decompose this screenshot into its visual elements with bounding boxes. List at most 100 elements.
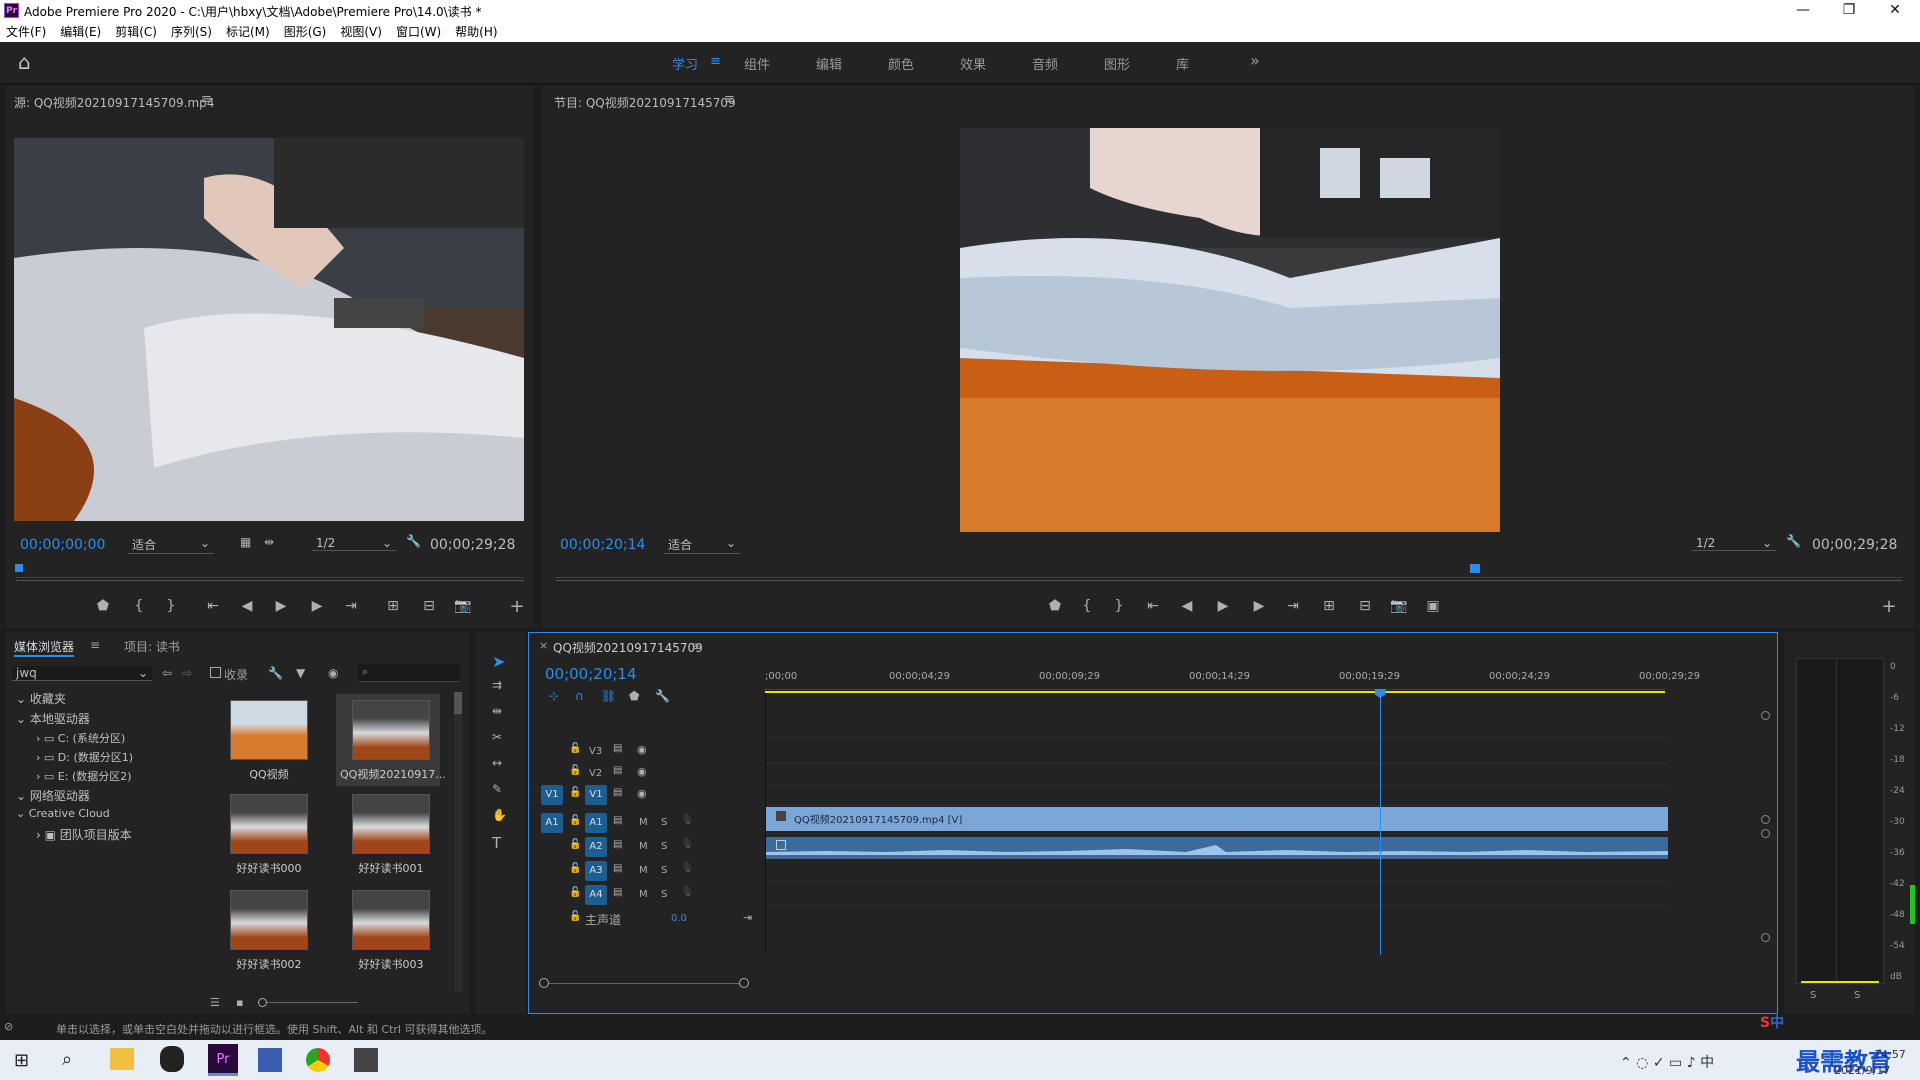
source-patch-a1[interactable]: A1 (541, 813, 563, 833)
sync-lock-icon[interactable]: ▤ (613, 863, 622, 874)
media-browser-menu-icon[interactable]: ≡ (90, 638, 100, 652)
solo-left-button[interactable]: S (1810, 990, 1816, 1001)
mark-out-button[interactable]: } (1108, 598, 1130, 614)
hand-tool-icon[interactable]: ✋ (492, 808, 507, 822)
solo-button[interactable]: S (661, 865, 667, 876)
add-marker-icon[interactable]: ⬟ (629, 689, 639, 703)
microphone-icon[interactable]: 🎙 (681, 863, 694, 874)
lock-icon[interactable]: 🔓 (569, 743, 581, 754)
close-icon[interactable]: × (539, 639, 548, 652)
slip-tool-icon[interactable]: ↔ (492, 756, 502, 770)
go-to-end-icon[interactable]: ⇥ (743, 911, 752, 924)
type-tool-icon[interactable]: T (492, 834, 501, 852)
scroll-handle[interactable] (1761, 815, 1770, 824)
lock-icon[interactable]: 🔓 (569, 911, 581, 922)
more-workspaces-icon[interactable]: » (1250, 51, 1260, 70)
thumbnail-zoom-slider[interactable] (258, 1002, 358, 1003)
program-fit-dropdown[interactable]: 适合 ⌄ (664, 536, 740, 554)
tab-sequence[interactable]: QQ视频20210917145709 (553, 639, 703, 656)
program-monitor-title[interactable]: 节目: QQ视频20210917145709 (554, 94, 736, 111)
minimize-button[interactable]: — (1780, 0, 1826, 22)
media-search-input[interactable]: ⌕ (358, 664, 460, 682)
app-icon[interactable] (258, 1048, 282, 1072)
search-icon[interactable]: ⌕ (62, 1049, 72, 1070)
menu-window[interactable]: 窗口(W) (396, 22, 441, 42)
button-editor-button[interactable]: + (506, 596, 528, 617)
scroll-handle[interactable] (1761, 933, 1770, 942)
wrench-icon[interactable]: 🔧 (268, 666, 283, 680)
lock-icon[interactable]: 🔓 (569, 815, 581, 826)
thumbnail-item[interactable]: 好好读书002 (230, 890, 308, 972)
audio-clip[interactable] (766, 837, 1668, 859)
tab-media-browser[interactable]: 媒体浏览器 (14, 638, 75, 657)
add-marker-button[interactable]: ⬟ (92, 598, 114, 614)
tree-item-local-drives[interactable]: ⌄ 本地驱动器 (10, 710, 210, 730)
step-forward-button[interactable]: ▶ (1248, 598, 1270, 614)
list-view-icon[interactable]: ☰ (210, 996, 220, 1009)
ripple-edit-tool-icon[interactable]: ⇹ (492, 704, 502, 718)
qq-icon[interactable] (160, 1046, 184, 1072)
zoom-bar-right-handle[interactable] (739, 978, 749, 988)
step-back-button[interactable]: ◀ (236, 598, 258, 614)
track-target-a2[interactable]: A2 (585, 837, 607, 857)
close-button[interactable]: ✕ (1872, 0, 1918, 22)
tree-item-favorites[interactable]: ⌄ 收藏夹 (10, 690, 210, 710)
microphone-icon[interactable]: 🎙 (681, 887, 694, 898)
thumbnail-item[interactable]: QQ视频20210917... (340, 700, 446, 782)
go-to-out-button[interactable]: ⇥ (1282, 598, 1304, 614)
zoom-bar-left-handle[interactable] (539, 978, 549, 988)
scroll-handle[interactable] (1761, 829, 1770, 838)
mute-button[interactable]: M (639, 889, 648, 900)
track-target-v1[interactable]: V1 (585, 785, 607, 805)
program-panel-menu-icon[interactable]: ≡ (724, 92, 735, 107)
snap-icon[interactable]: ∩ (575, 689, 584, 703)
workspace-tab-graphics[interactable]: 图形 (1104, 54, 1130, 73)
file-explorer-icon[interactable] (110, 1048, 134, 1070)
timeline-playhead[interactable] (1379, 695, 1381, 955)
source-time-ruler[interactable] (16, 568, 524, 578)
workspace-tab-libraries[interactable]: 库 (1176, 54, 1189, 73)
go-to-in-button[interactable]: ⇤ (1142, 598, 1164, 614)
timeline-menu-icon[interactable]: ≡ (691, 639, 701, 653)
mute-button[interactable]: M (639, 817, 648, 828)
timeline-zoom-bar[interactable] (543, 983, 743, 984)
master-volume-value[interactable]: 0.0 (671, 913, 687, 924)
extract-button[interactable]: ⊟ (1354, 598, 1376, 614)
insert-button[interactable]: ⊞ (382, 598, 404, 614)
menu-clip[interactable]: 剪辑(C) (115, 22, 157, 42)
sync-lock-icon[interactable]: ▤ (613, 887, 622, 898)
timeline-ruler[interactable]: ;00;00 00;00;04;29 00;00;09;29 00;00;14;… (765, 663, 1700, 693)
sync-lock-icon[interactable]: ▤ (613, 787, 622, 798)
source-panel-menu-icon[interactable]: ≡ (201, 92, 212, 107)
step-back-button[interactable]: ◀ (1176, 598, 1198, 614)
selection-tool-icon[interactable]: ➤ (492, 652, 505, 671)
menu-file[interactable]: 文件(F) (6, 22, 46, 42)
drag-audio-icon[interactable]: ⇹ (264, 535, 274, 549)
wrench-icon[interactable]: 🔧 (1786, 534, 1801, 548)
tray-icons[interactable]: ⌃ ◌ ✓ ▭ ♪ 中 (1620, 1052, 1714, 1072)
sync-lock-icon[interactable]: ▤ (613, 839, 622, 850)
scrollbar-thumb[interactable] (454, 692, 462, 714)
menu-graphics[interactable]: 图形(G) (284, 22, 327, 42)
pen-tool-icon[interactable]: ✎ (492, 782, 502, 796)
video-clip[interactable]: QQ视频20210917145709.mp4 [V] (766, 807, 1668, 831)
track-target-a3[interactable]: A3 (585, 861, 607, 881)
source-resolution-dropdown[interactable]: 1/2 ⌄ (312, 536, 396, 551)
thumbnail-item[interactable]: QQ视频 (230, 700, 308, 782)
zoom-slider-handle[interactable] (258, 998, 267, 1007)
tree-item-network-drives[interactable]: ⌄ 网络驱动器 (10, 787, 210, 807)
lock-icon[interactable]: 🔓 (569, 839, 581, 850)
track-target-a1[interactable]: A1 (585, 813, 607, 833)
eye-icon[interactable]: ◉ (637, 743, 647, 756)
workspace-tab-learn[interactable]: 学习 (672, 54, 698, 73)
go-to-out-button[interactable]: ⇥ (340, 598, 362, 614)
wrench-icon[interactable]: 🔧 (655, 689, 670, 703)
filter-icon[interactable]: ▼ (296, 666, 305, 680)
mute-button[interactable]: M (639, 841, 648, 852)
mark-out-button[interactable]: } (160, 598, 182, 614)
mark-in-button[interactable]: { (1076, 598, 1098, 614)
source-monitor-title[interactable]: 源: QQ视频20210917145709.mp4 (14, 94, 214, 111)
maximize-button[interactable]: ❐ (1826, 0, 1872, 22)
source-fit-dropdown[interactable]: 适合 ⌄ (128, 536, 214, 554)
workspace-tab-color[interactable]: 颜色 (888, 54, 914, 73)
